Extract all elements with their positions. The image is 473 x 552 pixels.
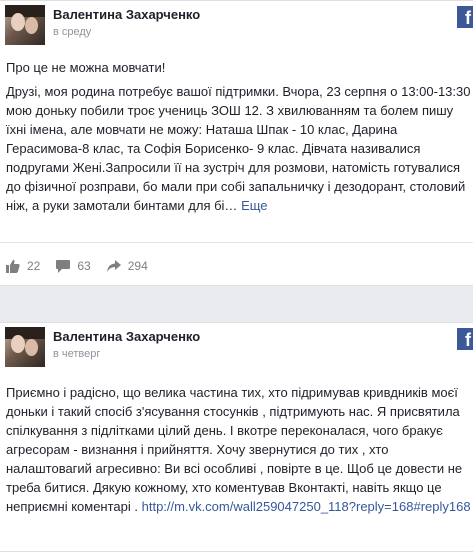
vk-link[interactable]: http://m.vk.com/wall259047250_118?reply=… <box>142 499 471 514</box>
post-card: Валентина Захарченко в среду f Про це не… <box>0 0 473 286</box>
like-count[interactable]: 22 <box>6 259 40 273</box>
share-arrow-icon <box>106 260 121 272</box>
engagement-bar: 22 63 294 <box>6 258 164 274</box>
author-name[interactable]: Валентина Захарченко <box>53 7 200 22</box>
facebook-icon: f <box>457 328 473 350</box>
post-timestamp[interactable]: в среду <box>53 26 91 38</box>
see-more-link[interactable]: Еще <box>241 198 267 213</box>
like-count-value: 22 <box>27 259 41 273</box>
comment-bubble-icon <box>56 259 71 273</box>
post-body: Приємно і радісно, що велика частина тих… <box>6 385 463 514</box>
avatar[interactable] <box>5 5 45 45</box>
comment-count[interactable]: 63 <box>56 259 91 273</box>
share-count-value: 294 <box>127 259 148 273</box>
post-timestamp[interactable]: в четверг <box>53 348 100 360</box>
post-headline: Про це не можна мовчати! <box>6 60 166 75</box>
thumbs-up-icon <box>6 259 20 273</box>
divider <box>0 242 473 243</box>
post-card: Валентина Захарченко в четверг f Приємно… <box>0 322 473 552</box>
share-count[interactable]: 294 <box>106 259 148 273</box>
post-text: Друзі, моя родина потребує вашої підтрим… <box>6 82 472 215</box>
post-body: Друзі, моя родина потребує вашої підтрим… <box>6 84 471 213</box>
post-text: Приємно і радісно, що велика частина тих… <box>6 383 472 516</box>
facebook-icon: f <box>457 6 473 28</box>
avatar[interactable] <box>5 327 45 367</box>
comment-count-value: 63 <box>77 259 91 273</box>
author-name[interactable]: Валентина Захарченко <box>53 329 200 344</box>
